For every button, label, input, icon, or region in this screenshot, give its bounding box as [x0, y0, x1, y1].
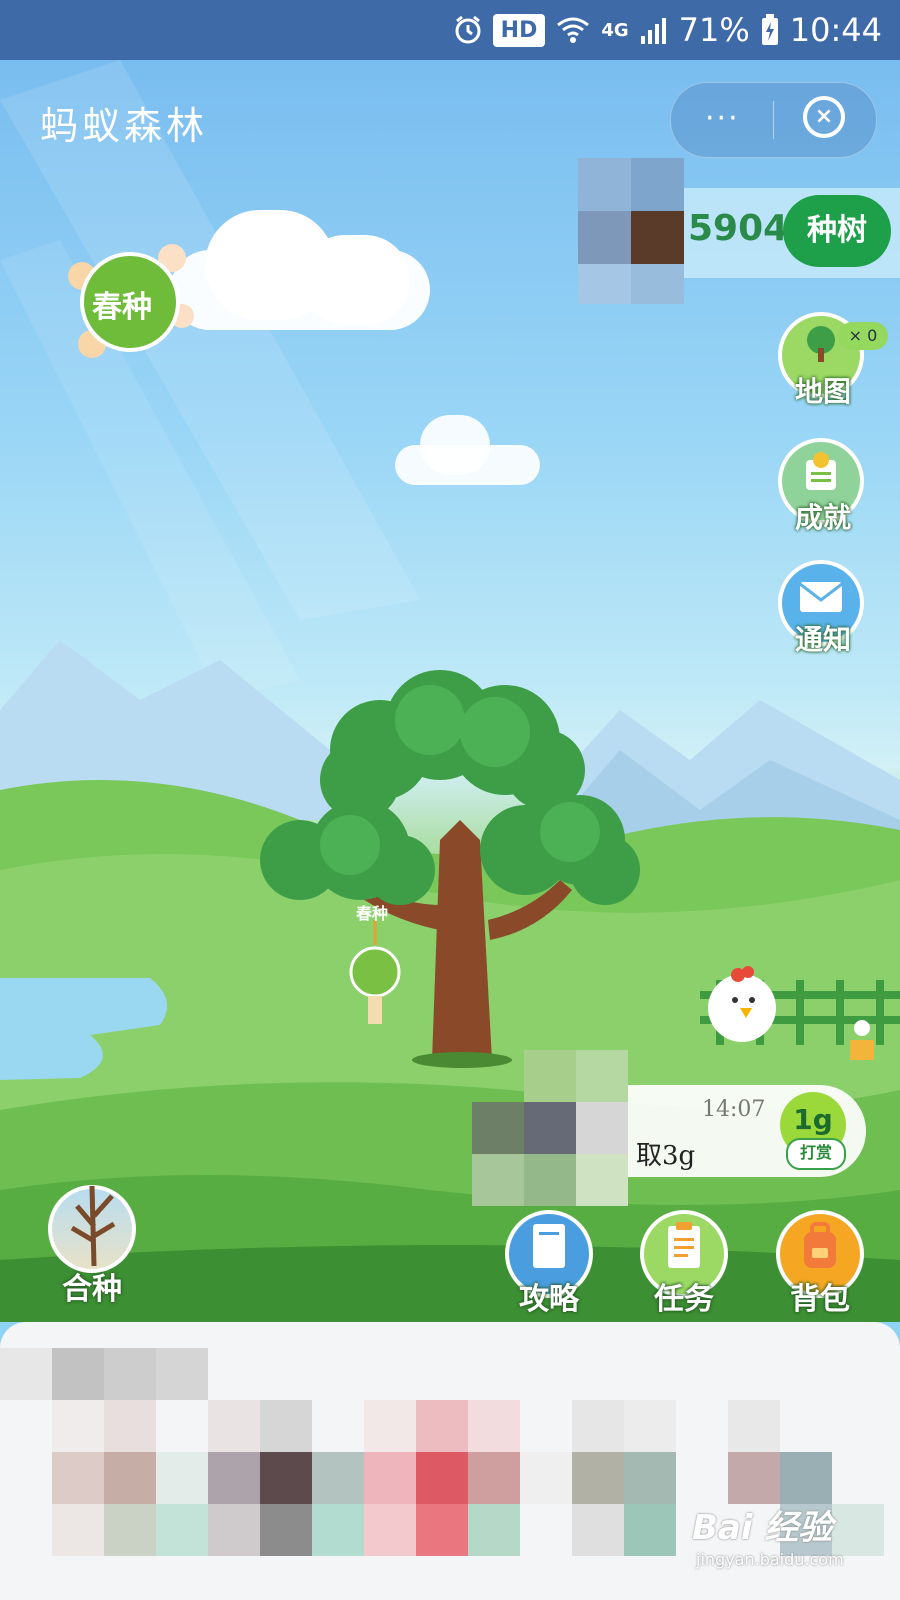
bag-label: 背包	[790, 1282, 850, 1317]
battery-charging-icon	[761, 14, 778, 45]
plant-tree-button[interactable]: 种树	[783, 195, 891, 267]
signal-icon	[640, 18, 666, 44]
message-avatar-mosaic	[472, 1050, 672, 1210]
achievement-icon	[806, 452, 836, 490]
mini-program-capsule: ··· ×	[670, 82, 877, 158]
notice-label: 通知	[794, 623, 851, 656]
close-icon[interactable]: ×	[803, 96, 845, 138]
clock: 10:44	[789, 11, 882, 49]
book-icon	[533, 1224, 565, 1268]
more-button[interactable]: ···	[705, 101, 740, 136]
spring-badge-label: 春种	[92, 290, 152, 325]
bare-tree-icon	[70, 1185, 116, 1267]
backpack-icon	[804, 1222, 836, 1268]
battery-percent: 71%	[678, 11, 750, 49]
co-plant-label: 合种	[62, 1272, 122, 1307]
avatar-mosaic	[578, 158, 684, 304]
capsule-divider	[773, 101, 774, 139]
achievement-label: 成就	[794, 501, 851, 534]
guide-label: 攻略	[519, 1282, 579, 1317]
baidu-jingyan-watermark: Bai 经验 jingyan.baidu.com	[692, 1500, 882, 1580]
reward-label: 打赏	[786, 1138, 846, 1170]
clipboard-icon	[668, 1222, 700, 1268]
page-title: 蚂蚁森林	[40, 104, 209, 148]
reward-button[interactable]: 1g 打赏	[780, 1092, 846, 1170]
status-icons: HD 4G 71% 10:44	[453, 0, 882, 60]
watermark-brand: Bai 经验	[692, 1508, 833, 1548]
watermark-url: jingyan.baidu.com	[696, 1550, 844, 1569]
cloud	[420, 415, 490, 475]
map-count-badge: × 0	[838, 322, 888, 350]
tasks-label: 任务	[654, 1282, 714, 1317]
network-type: 4G	[601, 19, 629, 41]
wifi-icon	[557, 17, 590, 43]
cloud	[300, 235, 410, 325]
hd-badge: HD	[492, 13, 546, 47]
alarm-icon	[455, 15, 481, 44]
spring-event-badge[interactable]: 春种	[62, 236, 202, 366]
envelope-icon	[799, 582, 843, 612]
status-bar: HD 4G 71% 10:44	[0, 0, 900, 60]
tree-tag-label: 春种	[356, 904, 389, 923]
map-label: 地图	[794, 375, 851, 408]
message-time: 14:07	[702, 1097, 766, 1122]
